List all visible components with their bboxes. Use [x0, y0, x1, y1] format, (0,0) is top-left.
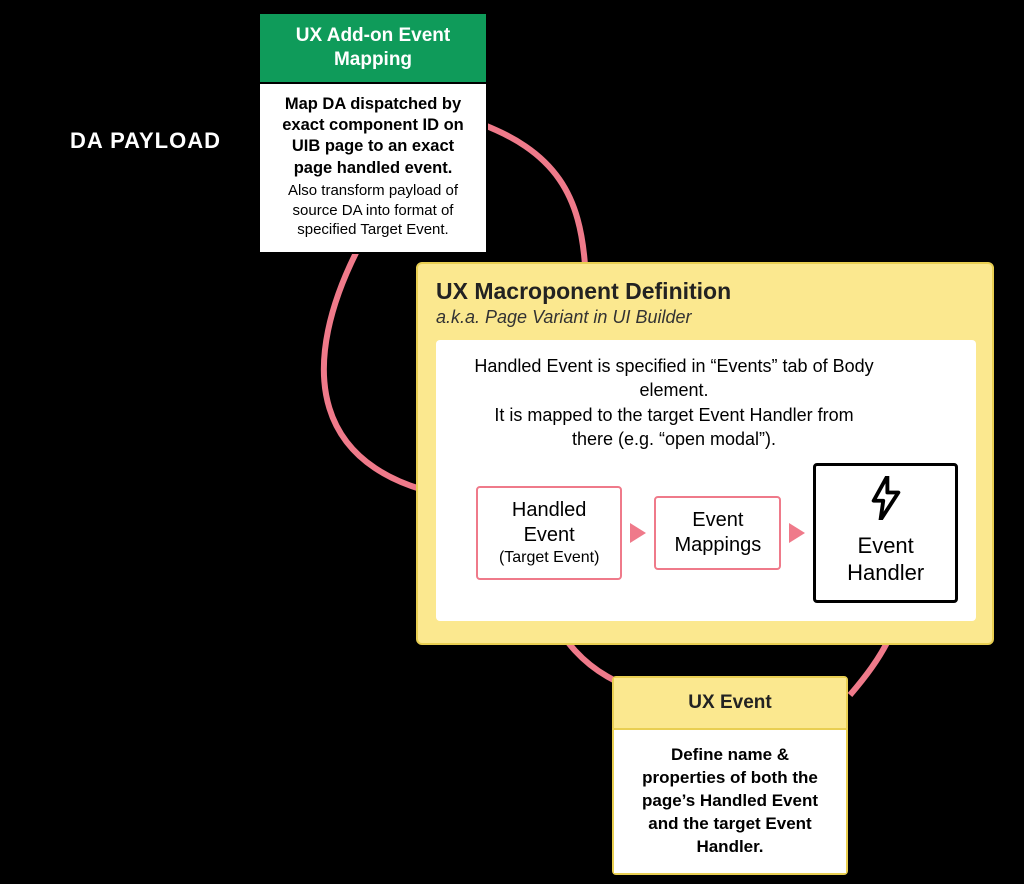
ux-addon-body-bold: Map DA dispatched by exact component ID …	[272, 94, 474, 180]
event-handler-box: Event Handler	[813, 463, 958, 603]
da-payload-label: DA PAYLOAD	[70, 128, 221, 154]
event-mappings-box: Event Mappings	[654, 496, 781, 570]
ux-addon-body-sub: Also transform payload of source DA into…	[272, 181, 474, 240]
ux-event-body: Define name & properties of both the pag…	[614, 730, 846, 873]
macro-inner-white: Handled Event is specified in “Events” t…	[436, 340, 976, 621]
handled-event-box: Handled Event (Target Event)	[476, 486, 622, 580]
ux-addon-body: Map DA dispatched by exact component ID …	[260, 84, 486, 252]
macro-title: UX Macroponent Definition	[436, 278, 976, 305]
event-handler-label: Event Handler	[830, 533, 941, 586]
ux-macroponent-definition-card: UX Macroponent Definition a.k.a. Page Va…	[416, 262, 994, 645]
arrow-icon	[630, 523, 646, 543]
macro-description: Handled Event is specified in “Events” t…	[474, 354, 874, 451]
arrow-icon	[789, 523, 805, 543]
ux-event-card: UX Event Define name & properties of bot…	[612, 676, 848, 875]
macro-subtitle: a.k.a. Page Variant in UI Builder	[436, 307, 976, 328]
handled-event-sublabel: (Target Event)	[488, 548, 610, 568]
lightning-icon	[869, 476, 903, 525]
ux-event-header: UX Event	[614, 678, 846, 730]
macro-flow-row: Handled Event (Target Event) Event Mappi…	[454, 463, 958, 603]
ux-addon-header: UX Add-on Event Mapping	[260, 14, 486, 84]
ux-addon-event-mapping-card: UX Add-on Event Mapping Map DA dispatche…	[258, 12, 488, 254]
handled-event-label: Handled Event	[488, 498, 610, 548]
